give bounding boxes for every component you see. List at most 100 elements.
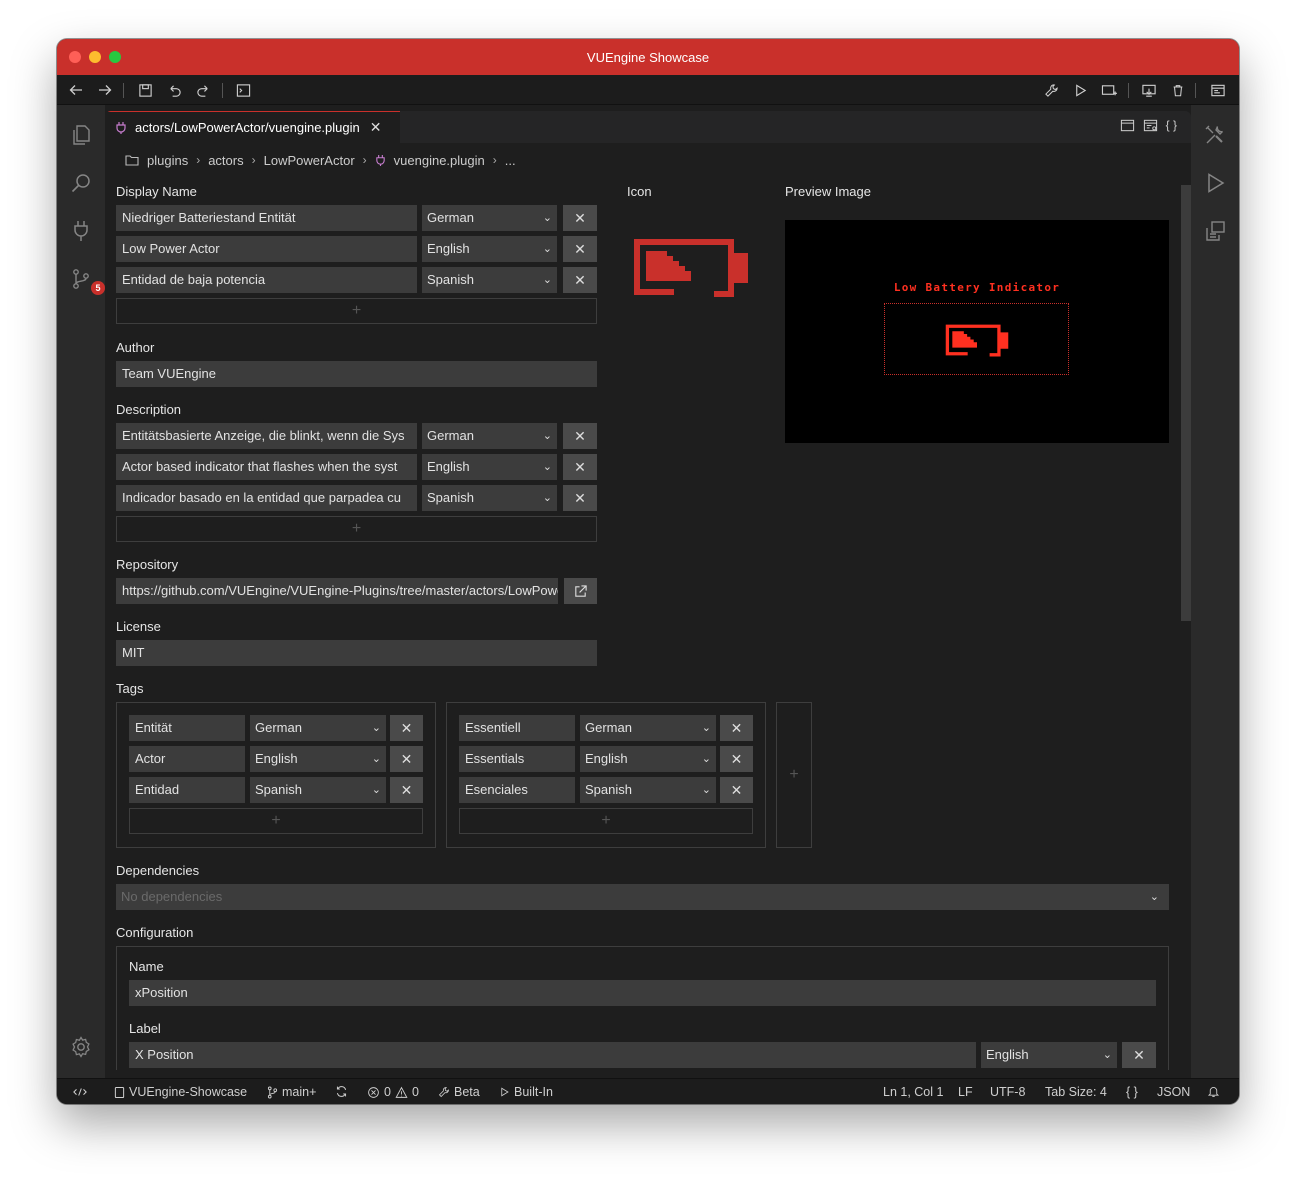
remove-translation-button[interactable]: ✕ bbox=[720, 715, 753, 741]
config-label-input[interactable]: X Position bbox=[129, 1042, 976, 1068]
end-of-line[interactable]: LF bbox=[958, 1085, 973, 1099]
add-translation-button[interactable]: + bbox=[129, 808, 423, 834]
open-json-icon[interactable]: { } bbox=[1166, 118, 1177, 133]
language-select[interactable]: Spanish ⌄ bbox=[580, 777, 716, 803]
author-input[interactable]: Team VUEngine bbox=[116, 361, 597, 387]
remove-translation-button[interactable]: ✕ bbox=[390, 746, 423, 772]
language-select[interactable]: Spanish ⌄ bbox=[422, 485, 557, 511]
explorer-files-icon[interactable] bbox=[67, 121, 95, 149]
description-input-german[interactable]: Entitätsbasierte Anzeige, die blinkt, we… bbox=[116, 423, 417, 449]
remove-translation-button[interactable]: ✕ bbox=[720, 746, 753, 772]
language-select[interactable]: Spanish ⌄ bbox=[250, 777, 386, 803]
language-select[interactable]: German ⌄ bbox=[422, 205, 557, 231]
bell-icon[interactable] bbox=[1207, 1085, 1220, 1098]
language-select[interactable]: German ⌄ bbox=[422, 423, 557, 449]
split-editor-icon[interactable] bbox=[1120, 118, 1135, 133]
remote-connection-icon[interactable] bbox=[73, 1085, 87, 1099]
repository-input[interactable]: https://github.com/VUEngine/VUEngine-Plu… bbox=[116, 578, 558, 604]
remove-translation-button[interactable]: ✕ bbox=[563, 267, 597, 293]
plugin-plug-icon[interactable] bbox=[67, 217, 95, 245]
display-name-input-spanish[interactable]: Entidad de baja potencia bbox=[116, 267, 417, 293]
language-braces-icon[interactable]: { } bbox=[1126, 1085, 1138, 1099]
remove-translation-button[interactable]: ✕ bbox=[563, 423, 597, 449]
remove-translation-button[interactable]: ✕ bbox=[563, 485, 597, 511]
battery-icon[interactable] bbox=[631, 236, 751, 298]
save-icon[interactable] bbox=[135, 80, 155, 100]
chevron-down-icon: ⌄ bbox=[542, 430, 552, 442]
build-mode-status[interactable]: Beta bbox=[438, 1085, 480, 1099]
settings-panel-icon[interactable] bbox=[1208, 80, 1228, 100]
config-name-input[interactable]: xPosition bbox=[129, 980, 1156, 1006]
trash-icon[interactable] bbox=[1168, 80, 1188, 100]
undo-icon[interactable] bbox=[164, 80, 184, 100]
preview-image[interactable]: Low Battery Indicator bbox=[785, 220, 1169, 443]
language-select[interactable]: German ⌄ bbox=[250, 715, 386, 741]
export-icon[interactable] bbox=[1139, 80, 1159, 100]
tag-input-english[interactable]: Actor bbox=[129, 746, 245, 772]
build-tools-icon[interactable] bbox=[1201, 121, 1229, 149]
remove-translation-button[interactable]: ✕ bbox=[563, 205, 597, 231]
close-tab-icon[interactable]: ✕ bbox=[370, 119, 382, 136]
breadcrumb-item-lowpoweractor[interactable]: LowPowerActor bbox=[264, 153, 355, 168]
language-select[interactable]: English ⌄ bbox=[250, 746, 386, 772]
terminal-icon[interactable] bbox=[233, 80, 253, 100]
add-translation-button[interactable]: + bbox=[116, 298, 597, 324]
add-translation-button[interactable]: + bbox=[459, 808, 753, 834]
emulator-status[interactable]: Built-In bbox=[499, 1085, 553, 1099]
search-icon[interactable] bbox=[67, 169, 95, 197]
build-wrench-icon[interactable] bbox=[1041, 80, 1061, 100]
add-tag-button[interactable]: + bbox=[776, 702, 812, 848]
dependencies-placeholder: No dependencies bbox=[121, 889, 223, 904]
tag-input-spanish[interactable]: Esenciales bbox=[459, 777, 575, 803]
description-input-english[interactable]: Actor based indicator that flashes when … bbox=[116, 454, 417, 480]
flash-carts-icon[interactable] bbox=[1201, 217, 1229, 245]
language-select[interactable]: German ⌄ bbox=[580, 715, 716, 741]
language-select[interactable]: English ⌄ bbox=[422, 236, 557, 262]
breadcrumb-item-actors[interactable]: actors bbox=[208, 153, 243, 168]
remove-translation-button[interactable]: ✕ bbox=[390, 715, 423, 741]
breadcrumb-item-more[interactable]: ... bbox=[505, 153, 516, 168]
language-select[interactable]: English ⌄ bbox=[981, 1042, 1117, 1068]
gear-icon[interactable] bbox=[67, 1033, 95, 1061]
sync-icon[interactable] bbox=[335, 1085, 348, 1098]
language-select[interactable]: English ⌄ bbox=[422, 454, 557, 480]
encoding[interactable]: UTF-8 bbox=[990, 1085, 1025, 1099]
description-input-spanish[interactable]: Indicador basado en la entidad que parpa… bbox=[116, 485, 417, 511]
add-translation-button[interactable]: + bbox=[116, 516, 597, 542]
run-emulator-icon[interactable] bbox=[1201, 169, 1229, 197]
flash-cart-icon[interactable] bbox=[1099, 80, 1119, 100]
language-select-value: German bbox=[427, 428, 474, 443]
tab-size[interactable]: Tab Size: 4 bbox=[1045, 1085, 1107, 1099]
forward-arrow-icon[interactable] bbox=[95, 80, 115, 100]
open-link-button[interactable] bbox=[564, 578, 597, 604]
license-input[interactable]: MIT bbox=[116, 640, 597, 666]
dependencies-select[interactable]: No dependencies ⌄ bbox=[116, 884, 1169, 910]
tag-input-english[interactable]: Essentials bbox=[459, 746, 575, 772]
workspace-status[interactable]: VUEngine-Showcase bbox=[114, 1085, 247, 1099]
open-settings-editor-icon[interactable] bbox=[1143, 118, 1158, 133]
remove-translation-button[interactable]: ✕ bbox=[563, 236, 597, 262]
back-arrow-icon[interactable] bbox=[66, 80, 86, 100]
remove-translation-button[interactable]: ✕ bbox=[1122, 1042, 1156, 1068]
branch-status[interactable]: main+ bbox=[267, 1085, 316, 1099]
tab-vuengine-plugin[interactable]: actors/LowPowerActor/vuengine.plugin ✕ bbox=[105, 111, 400, 143]
vertical-scrollbar[interactable] bbox=[1181, 185, 1191, 621]
problems-status[interactable]: 0 0 bbox=[367, 1085, 419, 1099]
remove-translation-button[interactable]: ✕ bbox=[563, 454, 597, 480]
tag-input-german[interactable]: Entität bbox=[129, 715, 245, 741]
language-select[interactable]: English ⌄ bbox=[580, 746, 716, 772]
run-play-icon[interactable] bbox=[1070, 80, 1090, 100]
breadcrumb-item-file[interactable]: vuengine.plugin bbox=[394, 153, 485, 168]
tag-input-spanish[interactable]: Entidad bbox=[129, 777, 245, 803]
source-control-icon[interactable]: 5 bbox=[67, 265, 105, 295]
breadcrumb-item-plugins[interactable]: plugins bbox=[147, 153, 188, 168]
cursor-position[interactable]: Ln 1, Col 1 bbox=[883, 1085, 943, 1099]
display-name-input-english[interactable]: Low Power Actor bbox=[116, 236, 417, 262]
language-mode[interactable]: JSON bbox=[1157, 1085, 1190, 1099]
redo-icon[interactable] bbox=[193, 80, 213, 100]
language-select[interactable]: Spanish ⌄ bbox=[422, 267, 557, 293]
tag-input-german[interactable]: Essentiell bbox=[459, 715, 575, 741]
remove-translation-button[interactable]: ✕ bbox=[720, 777, 753, 803]
remove-translation-button[interactable]: ✕ bbox=[390, 777, 423, 803]
display-name-input-german[interactable]: Niedriger Batteriestand Entität bbox=[116, 205, 417, 231]
